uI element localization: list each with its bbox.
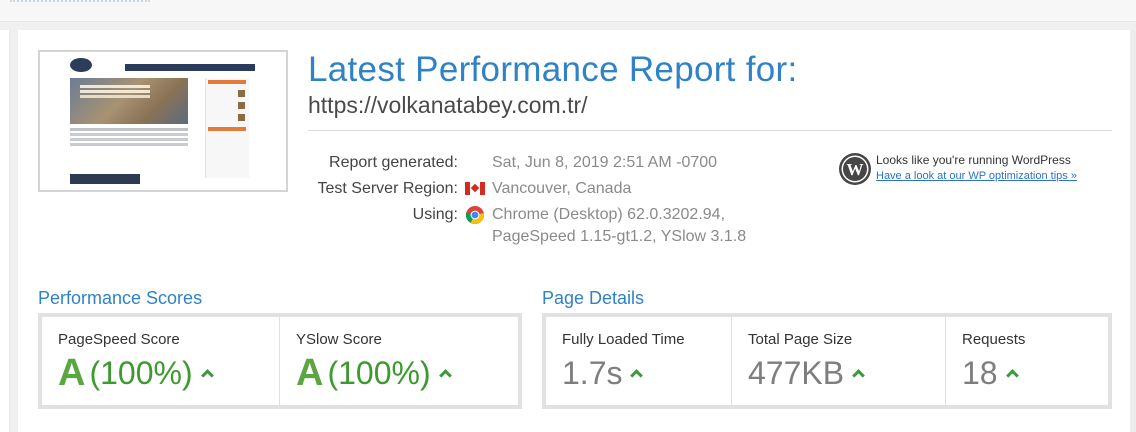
caret-up-icon: [630, 369, 644, 382]
total-page-size-cell: Total Page Size 477KB: [732, 317, 946, 405]
right-strip: [1131, 30, 1136, 432]
left-strip: [0, 30, 10, 432]
site-screenshot-thumbnail[interactable]: [38, 50, 288, 192]
wordpress-icon: W: [838, 152, 872, 186]
pagespeed-score-cell: PageSpeed Score A (100%): [42, 317, 280, 405]
caret-up-icon: [438, 369, 452, 382]
caret-up-icon: [200, 369, 214, 382]
report-url: https://volkanatabey.com.tr/: [308, 92, 588, 118]
requests-label: Requests: [962, 331, 1026, 348]
fully-loaded-value: 1.7s: [562, 355, 623, 391]
using-value-line1: Chrome (Desktop) 62.0.3202.94,: [492, 206, 726, 223]
thumb-logo: [70, 58, 92, 72]
thumb-hero-text: [80, 85, 150, 88]
fully-loaded-label: Fully Loaded Time: [562, 331, 685, 348]
yslow-percent: (100%): [327, 355, 431, 391]
thumb-sidebar-bar: [208, 127, 246, 131]
region-label: Test Server Region:: [317, 180, 458, 197]
top-band: [0, 0, 1136, 22]
canada-flag-icon: [465, 179, 485, 199]
caret-up-icon: [852, 369, 865, 382]
report-generated-value: Sat, Jun 8, 2019 2:51 AM -0700: [492, 154, 718, 171]
divider: [308, 130, 1112, 131]
page-size-label: Total Page Size: [748, 331, 853, 348]
performance-scores-title: Performance Scores: [38, 288, 203, 308]
page-details-title: Page Details: [542, 288, 645, 308]
fully-loaded-time-cell: Fully Loaded Time 1.7s: [546, 317, 732, 405]
pagespeed-label: PageSpeed Score: [58, 331, 180, 348]
top-dots: [10, 0, 150, 3]
thumb-sidebar-bar: [208, 80, 246, 84]
page-details-box: Fully Loaded Time 1.7s Total Page Size 4…: [542, 313, 1112, 409]
yslow-score-cell: YSlow Score A (100%): [280, 317, 518, 405]
using-label: Using:: [412, 206, 458, 223]
chrome-icon: [465, 205, 485, 225]
svg-text:W: W: [847, 160, 864, 179]
thumb-sidebar-image: [238, 114, 245, 121]
report-title: Latest Performance Report for:: [308, 50, 798, 89]
requests-cell: Requests 18: [946, 317, 1108, 405]
thumb-body-text: [70, 128, 188, 131]
wordpress-notice: Looks like you're running WordPress: [876, 153, 1071, 167]
thumb-nav: [125, 64, 255, 71]
region-value: Vancouver, Canada: [492, 180, 632, 197]
caret-up-icon: [1005, 369, 1019, 382]
report-card: Latest Performance Report for: https://v…: [18, 30, 1130, 432]
yslow-label: YSlow Score: [296, 331, 382, 348]
using-value-line2: PageSpeed 1.15-gt1.2, YSlow 3.1.8: [492, 228, 747, 245]
thumb-sidebar-image: [238, 90, 245, 97]
pagespeed-percent: (100%): [89, 355, 193, 391]
report-generated-label: Report generated:: [329, 154, 458, 171]
yslow-grade: A: [296, 352, 324, 394]
wp-optimization-link[interactable]: Have a look at our WP optimization tips …: [876, 170, 1077, 182]
thumb-footer: [70, 174, 140, 184]
thumb-sidebar-image: [238, 102, 245, 109]
requests-value: 18: [962, 355, 998, 391]
pagespeed-grade: A: [58, 352, 86, 394]
performance-scores-box: PageSpeed Score A (100%) YSlow Score A (…: [38, 313, 522, 409]
page-size-value: 477KB: [748, 355, 845, 391]
